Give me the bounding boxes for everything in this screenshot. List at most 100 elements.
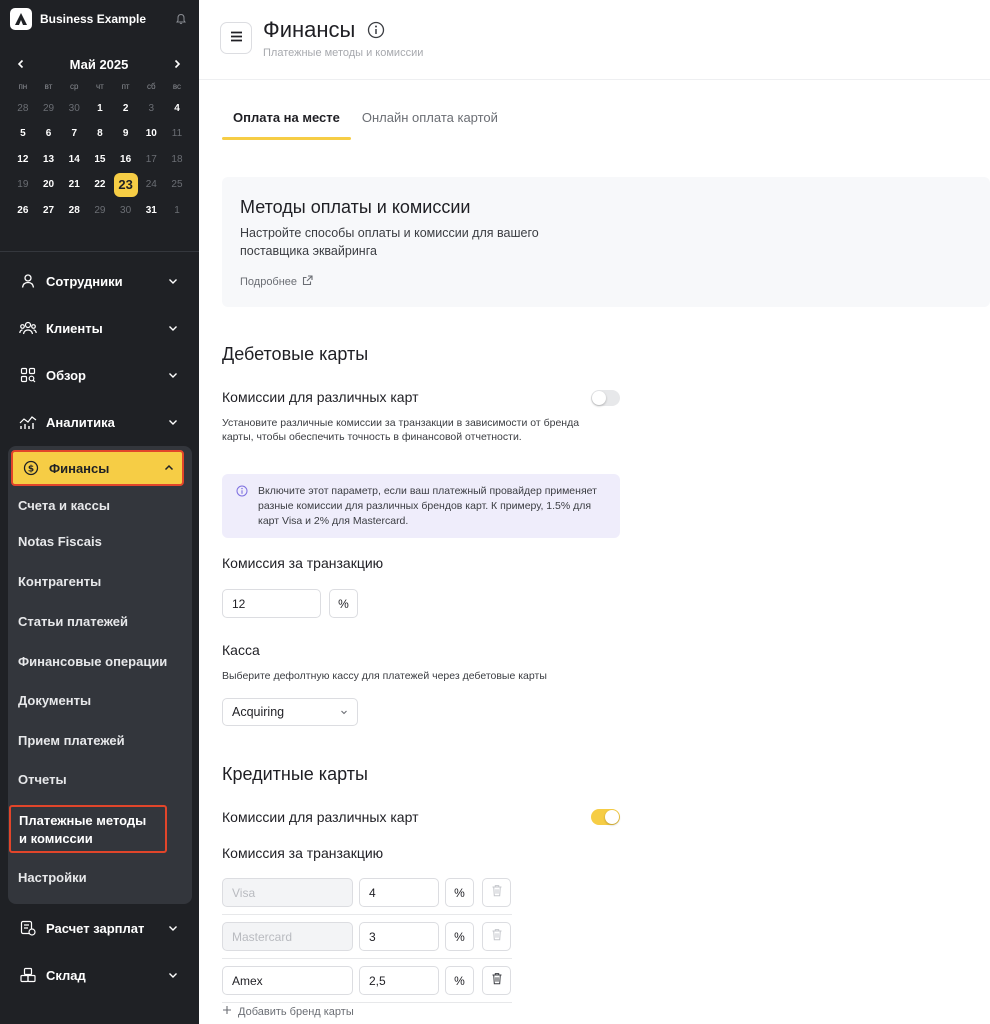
- menu-toggle-button[interactable]: [220, 22, 252, 54]
- calendar-day[interactable]: 6: [36, 123, 62, 146]
- calendar-day[interactable]: 10: [138, 123, 164, 146]
- calendar-day[interactable]: 30: [61, 97, 87, 120]
- calendar-day[interactable]: 13: [36, 148, 62, 171]
- sidebar-item-employees[interactable]: Сотрудники: [10, 264, 188, 298]
- calendar-day[interactable]: 31: [138, 199, 164, 222]
- calendar-weekday: пн: [18, 82, 28, 91]
- credit-fee-label: Комиссия за транзакцию: [222, 845, 384, 861]
- card-fee-input[interactable]: 2,5: [359, 966, 439, 995]
- calendar-day[interactable]: 1: [87, 97, 113, 120]
- calendar-day-number: 16: [120, 153, 132, 165]
- calendar-day[interactable]: 8: [87, 123, 113, 146]
- calendar-day[interactable]: 12: [10, 148, 36, 171]
- calendar-day[interactable]: 19: [10, 174, 36, 197]
- chevron-down-icon: [166, 321, 180, 335]
- tab-onsite-payment[interactable]: Оплата на месте: [222, 100, 351, 140]
- card-fee-unit-select[interactable]: %: [445, 966, 474, 995]
- calendar-day[interactable]: 16: [113, 148, 139, 171]
- delete-brand-button: [482, 878, 511, 907]
- calendar-day-number: 14: [68, 153, 80, 165]
- calendar-day[interactable]: 28: [61, 199, 87, 222]
- calendar-day[interactable]: 29: [87, 199, 113, 222]
- calendar-day[interactable]: 5: [10, 123, 36, 146]
- credit-brand-fees-toggle[interactable]: [591, 809, 620, 825]
- calendar-day[interactable]: 3: [138, 97, 164, 120]
- card-fee-unit-select[interactable]: %: [445, 878, 474, 907]
- trash-icon: [491, 928, 503, 946]
- chevron-down-icon: [166, 968, 180, 982]
- calendar-day[interactable]: 21: [61, 174, 87, 197]
- sidebar-item-payroll[interactable]: Расчет зарплат: [10, 911, 188, 945]
- sidebar-subitem-settings[interactable]: Настройки: [18, 870, 186, 885]
- calendar-day[interactable]: 1: [164, 199, 190, 222]
- sidebar-subitem-documents[interactable]: Документы: [18, 693, 186, 708]
- tab-online-card-payment[interactable]: Онлайн оплата картой: [351, 100, 509, 140]
- calendar-day[interactable]: 30: [113, 199, 139, 222]
- card-fee-unit-select[interactable]: %: [445, 922, 474, 951]
- calendar-day[interactable]: 7: [61, 123, 87, 146]
- calendar-day[interactable]: 11: [164, 123, 190, 146]
- delete-brand-button[interactable]: [482, 966, 511, 995]
- sidebar-subitem-operations[interactable]: Финансовые операции: [18, 654, 186, 669]
- sidebar-item-label: Склад: [46, 967, 86, 983]
- cashbox-select[interactable]: Acquiring: [222, 698, 358, 726]
- sidebar-subitem-payment-accept[interactable]: Прием платежей: [18, 733, 186, 748]
- sidebar-subitem-payment-items[interactable]: Статьи платежей: [18, 614, 186, 629]
- calendar-day-number: 6: [45, 128, 52, 140]
- debit-fee-input[interactable]: 12: [222, 589, 321, 618]
- calendar-day[interactable]: 22: [87, 174, 113, 197]
- card-fee-input[interactable]: 3: [359, 922, 439, 951]
- add-card-brand-button[interactable]: Добавить бренд карты: [222, 1005, 354, 1018]
- payroll-icon: [18, 918, 38, 938]
- calendar-day[interactable]: 26: [10, 199, 36, 222]
- row-divider: [222, 914, 512, 915]
- calendar-day[interactable]: 24: [138, 174, 164, 197]
- card-fee-input[interactable]: 4: [359, 878, 439, 907]
- sidebar-subitem-accounts[interactable]: Счета и кассы: [18, 498, 186, 513]
- calendar-day-number: 28: [17, 102, 29, 114]
- calendar-day-today[interactable]: 23: [113, 172, 139, 197]
- calendar-day[interactable]: 18: [164, 148, 190, 171]
- sidebar-item-analytics[interactable]: Аналитика: [10, 405, 188, 439]
- calendar-day[interactable]: 15: [87, 148, 113, 171]
- business-switcher[interactable]: Business Example: [10, 8, 188, 30]
- learn-more-link[interactable]: Подробнее: [240, 275, 313, 289]
- calendar-day[interactable]: 29: [36, 97, 62, 120]
- cashbox-description: Выберите дефолтную кассу для платежей че…: [222, 670, 547, 682]
- sidebar-item-warehouse[interactable]: Склад: [10, 958, 188, 992]
- calendar-day-number: 5: [20, 128, 26, 140]
- sidebar-item-label: Аналитика: [46, 414, 115, 430]
- debit-fee-unit-select[interactable]: %: [329, 589, 358, 618]
- calendar-day[interactable]: 28: [10, 97, 36, 120]
- calendar-prev-icon[interactable]: [10, 53, 32, 75]
- sidebar-item-clients[interactable]: Клиенты: [10, 311, 188, 345]
- calendar-day[interactable]: 27: [36, 199, 62, 222]
- cashbox-label: Касса: [222, 642, 260, 658]
- calendar-day[interactable]: 9: [113, 123, 139, 146]
- info-circle-icon: [236, 485, 248, 497]
- learn-more-label: Подробнее: [240, 276, 298, 288]
- calendar-day[interactable]: 20: [36, 174, 62, 197]
- calendar-day-number: 3: [148, 102, 155, 114]
- calendar-day-number: 15: [94, 153, 106, 165]
- debit-brand-fees-toggle[interactable]: [591, 390, 620, 406]
- cashbox-selected-value: Acquiring: [232, 705, 285, 719]
- calendar-next-icon[interactable]: [166, 53, 188, 75]
- sidebar-subitem-counterparties[interactable]: Контрагенты: [18, 574, 186, 589]
- sidebar-item-finance[interactable]: $ Финансы: [11, 450, 184, 486]
- sidebar-item-overview[interactable]: Обзор: [10, 358, 188, 392]
- calendar-day[interactable]: 17: [138, 148, 164, 171]
- sidebar-subitem-notas[interactable]: Notas Fiscais: [18, 534, 186, 549]
- calendar-day[interactable]: 14: [61, 148, 87, 171]
- sidebar-subitem-reports[interactable]: Отчеты: [18, 772, 186, 787]
- sidebar-subitem-payment-methods[interactable]: Платежные методы и комиссии: [9, 805, 167, 853]
- calendar-day[interactable]: 4: [164, 97, 190, 120]
- info-icon[interactable]: [367, 21, 385, 39]
- card-brand-input[interactable]: Amex: [222, 966, 353, 995]
- calendar-weekday: вт: [44, 82, 53, 91]
- trash-icon: [491, 884, 503, 902]
- credit-brand-fees-label: Комиссии для различных карт: [222, 809, 419, 825]
- calendar-day[interactable]: 25: [164, 174, 190, 197]
- calendar-day[interactable]: 2: [113, 97, 139, 120]
- bell-icon[interactable]: [174, 12, 188, 26]
